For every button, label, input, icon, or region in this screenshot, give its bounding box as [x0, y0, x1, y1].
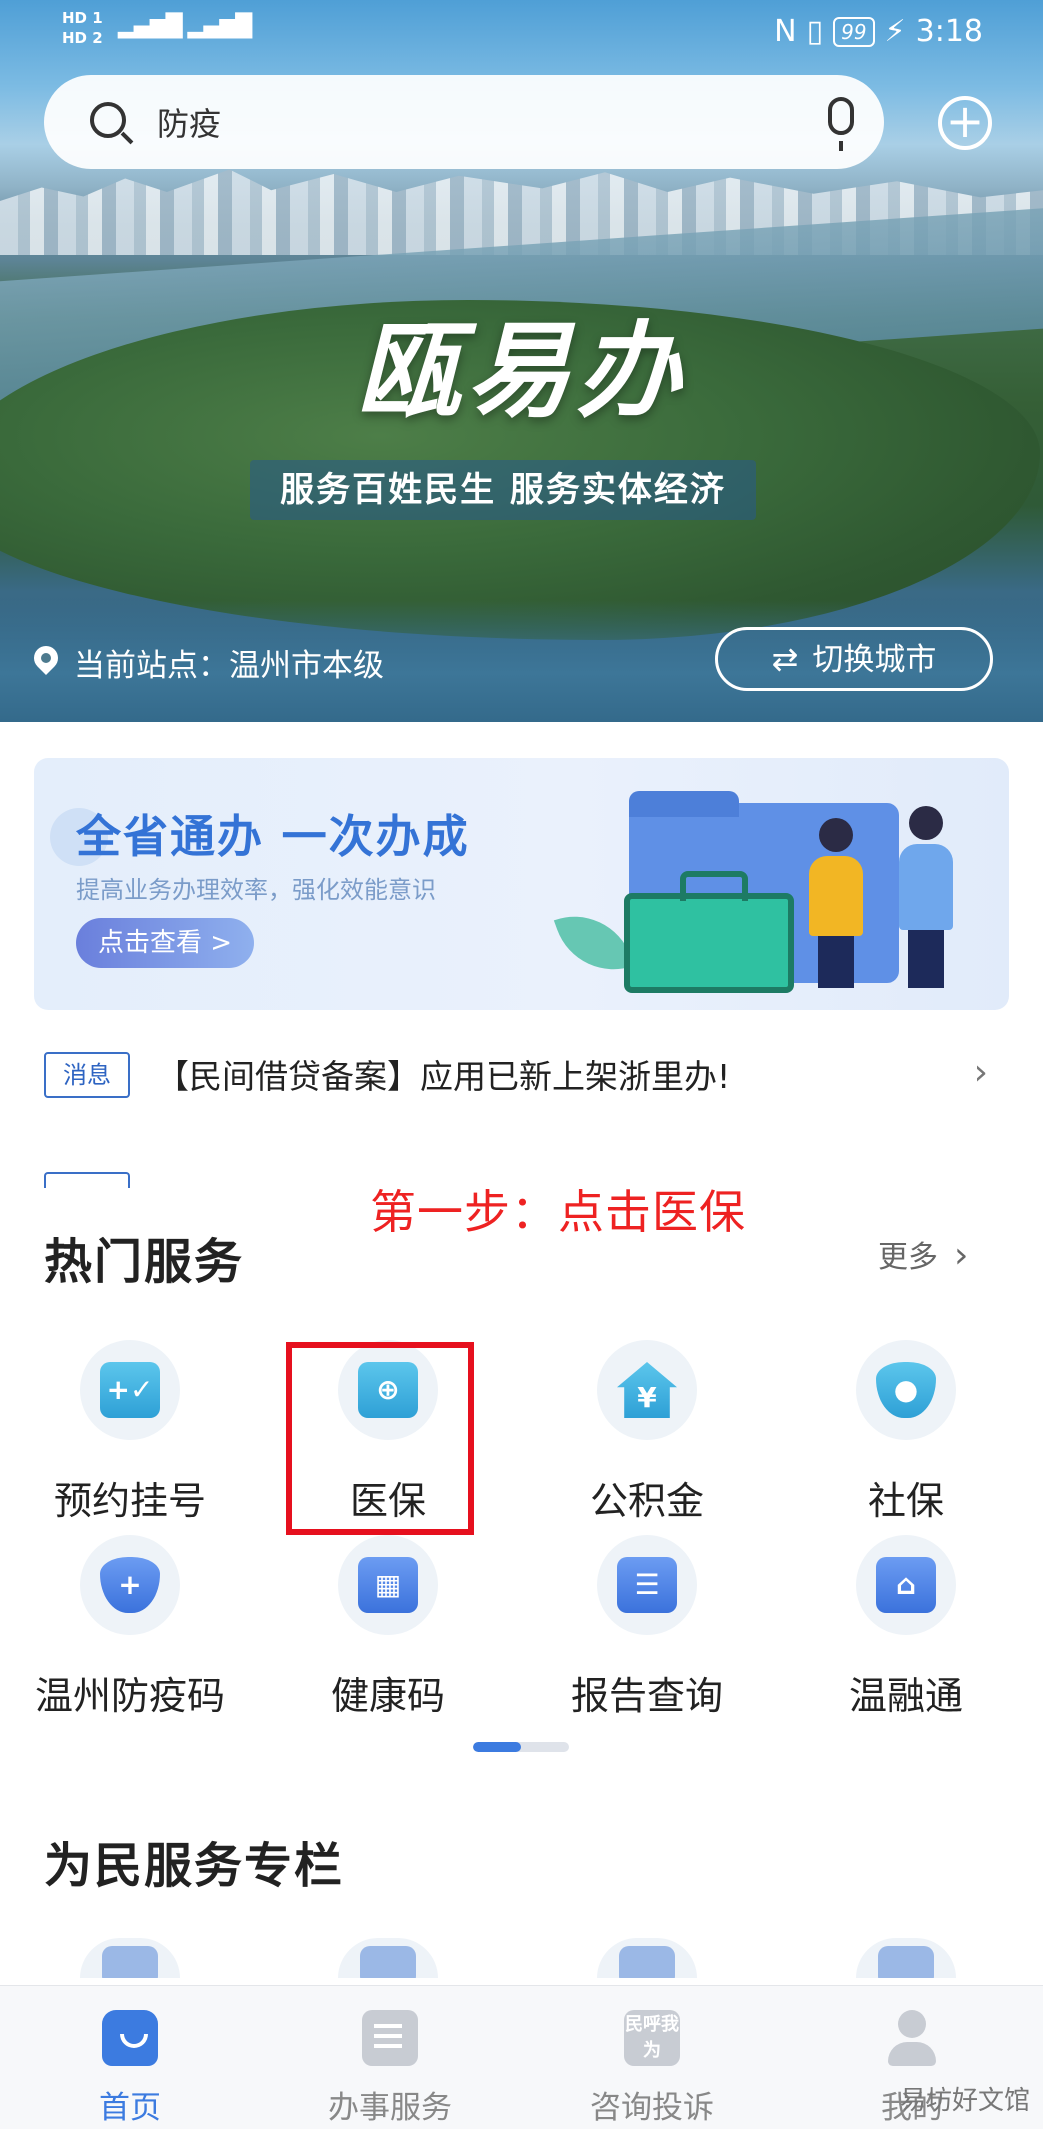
search-icon	[90, 102, 126, 138]
shield-person-icon: ●	[876, 1362, 936, 1418]
news-text[interactable]: 【民间借贷备案】应用已新上架浙里办!	[156, 1050, 730, 1098]
switch-city-button[interactable]: ⇄ 切换城市	[715, 627, 993, 691]
service-label: 温州防疫码	[34, 1674, 225, 1718]
promo-banner[interactable]: 全省通办 一次办成 提高业务办理效率，强化效能意识 点击查看 >	[34, 758, 1009, 1010]
promo-view-button[interactable]: 点击查看 >	[76, 918, 254, 968]
service-wenrongtong[interactable]: ⌂ 温融通	[778, 1535, 1018, 1718]
person-icon	[884, 2010, 940, 2066]
calendar-icon: +✓	[100, 1362, 160, 1418]
service-icon[interactable]	[856, 1938, 956, 1978]
service-label: 预约挂号	[53, 1479, 206, 1523]
vibrate-icon: ▯	[806, 14, 824, 49]
graduation-cap-icon[interactable]	[80, 1938, 180, 1978]
service-label: 社保	[867, 1479, 944, 1523]
bottom-tab-bar: 首页 办事服务 民呼我为 咨询投诉 我的	[0, 1985, 1043, 2129]
news-tag: 消息	[44, 1052, 130, 1098]
service-icon[interactable]	[338, 1938, 438, 1978]
document-clock-icon	[362, 2010, 418, 2066]
watermark: 易坊好文馆	[900, 2086, 1031, 2116]
home-icon	[102, 2010, 158, 2066]
mic-icon[interactable]	[828, 97, 854, 151]
app-title: 瓯易办	[356, 310, 687, 432]
service-label: 公积金	[589, 1479, 704, 1523]
battery-icon: 99	[833, 16, 875, 47]
service-icon[interactable]	[597, 1938, 697, 1978]
clock: 3:18	[915, 14, 983, 49]
sim-indicator: HD 1 HD 2	[62, 9, 103, 47]
tab-label: 办事服务	[328, 2090, 452, 2126]
chevron-right-icon: ›	[954, 1235, 969, 1276]
search-bar[interactable]: 防疫	[44, 75, 884, 169]
service-report-query[interactable]: ☰ 报告查询	[519, 1535, 759, 1718]
slogan: 服务百姓民生 服务实体经济	[250, 460, 756, 520]
tab-services[interactable]: 办事服务	[290, 1986, 490, 2129]
leaf-illustration	[553, 899, 635, 987]
briefcase-illustration	[624, 871, 794, 993]
promo-title: 全省通办 一次办成	[76, 810, 470, 863]
plus-circle-icon[interactable]: +	[938, 96, 992, 150]
chevron-right-icon[interactable]: ›	[974, 1052, 988, 1093]
qr-code-icon: ▦	[358, 1557, 418, 1613]
tab-label: 咨询投诉	[590, 2090, 714, 2126]
location-pin-icon	[32, 646, 60, 680]
more-label: 更多	[878, 1240, 938, 1275]
highlight-box	[286, 1342, 474, 1535]
person-illustration	[809, 818, 865, 988]
minhu-woei-icon: 民呼我为	[624, 2010, 680, 2066]
hot-services-title: 热门服务	[44, 1234, 245, 1290]
service-label: 健康码	[330, 1674, 445, 1718]
service-health-code[interactable]: ▦ 健康码	[260, 1535, 500, 1718]
people-service-title: 为民服务专栏	[44, 1838, 345, 1894]
step-annotation: 第一步：点击医保	[370, 1185, 746, 1239]
service-housing-fund[interactable]: ¥ 公积金	[519, 1340, 759, 1523]
tab-consult[interactable]: 民呼我为 咨询投诉	[552, 1986, 752, 2129]
service-label: 报告查询	[570, 1674, 723, 1718]
nfc-icon: N	[774, 14, 797, 49]
service-label: 温融通	[848, 1674, 963, 1718]
more-button[interactable]: 更多 ›	[878, 1232, 968, 1276]
house-yuan-icon: ¥	[617, 1362, 677, 1418]
status-bar: HD 1 HD 2 ▂▄▆█ ▂▄▆█ N ▯ 99 ⚡ 3:18	[0, 0, 1043, 62]
service-social-security[interactable]: ● 社保	[778, 1340, 1018, 1523]
current-site: 当前站点：温州市本级	[32, 640, 384, 685]
shield-plus-icon: +	[100, 1557, 160, 1613]
swap-arrows-icon: ⇄	[771, 640, 799, 678]
tab-home[interactable]: 首页	[30, 1986, 230, 2129]
finance-icon: ⌂	[876, 1557, 936, 1613]
news-ticker[interactable]: 消息 【民间借贷备案】应用已新上架浙里办! ›	[44, 1040, 1004, 1100]
service-appointment[interactable]: +✓ 预约挂号	[2, 1340, 242, 1523]
page-indicator-active	[473, 1742, 521, 1752]
tab-label: 首页	[99, 2090, 161, 2126]
person-illustration	[899, 806, 955, 988]
page-indicator	[473, 1742, 569, 1752]
switch-city-label: 切换城市	[812, 642, 937, 678]
search-input[interactable]: 防疫	[157, 99, 221, 145]
news-tag-next	[44, 1172, 130, 1188]
charging-icon: ⚡	[884, 14, 906, 49]
site-label: 当前站点：温州市本级	[74, 648, 384, 684]
status-right: N ▯ 99 ⚡ 3:18	[774, 14, 983, 49]
promo-subtitle: 提高业务办理效率，强化效能意识	[76, 876, 436, 904]
service-epidemic-code[interactable]: + 温州防疫码	[2, 1535, 242, 1718]
signal-icon: ▂▄▆█ ▂▄▆█	[118, 14, 252, 39]
report-icon: ☰	[617, 1557, 677, 1613]
